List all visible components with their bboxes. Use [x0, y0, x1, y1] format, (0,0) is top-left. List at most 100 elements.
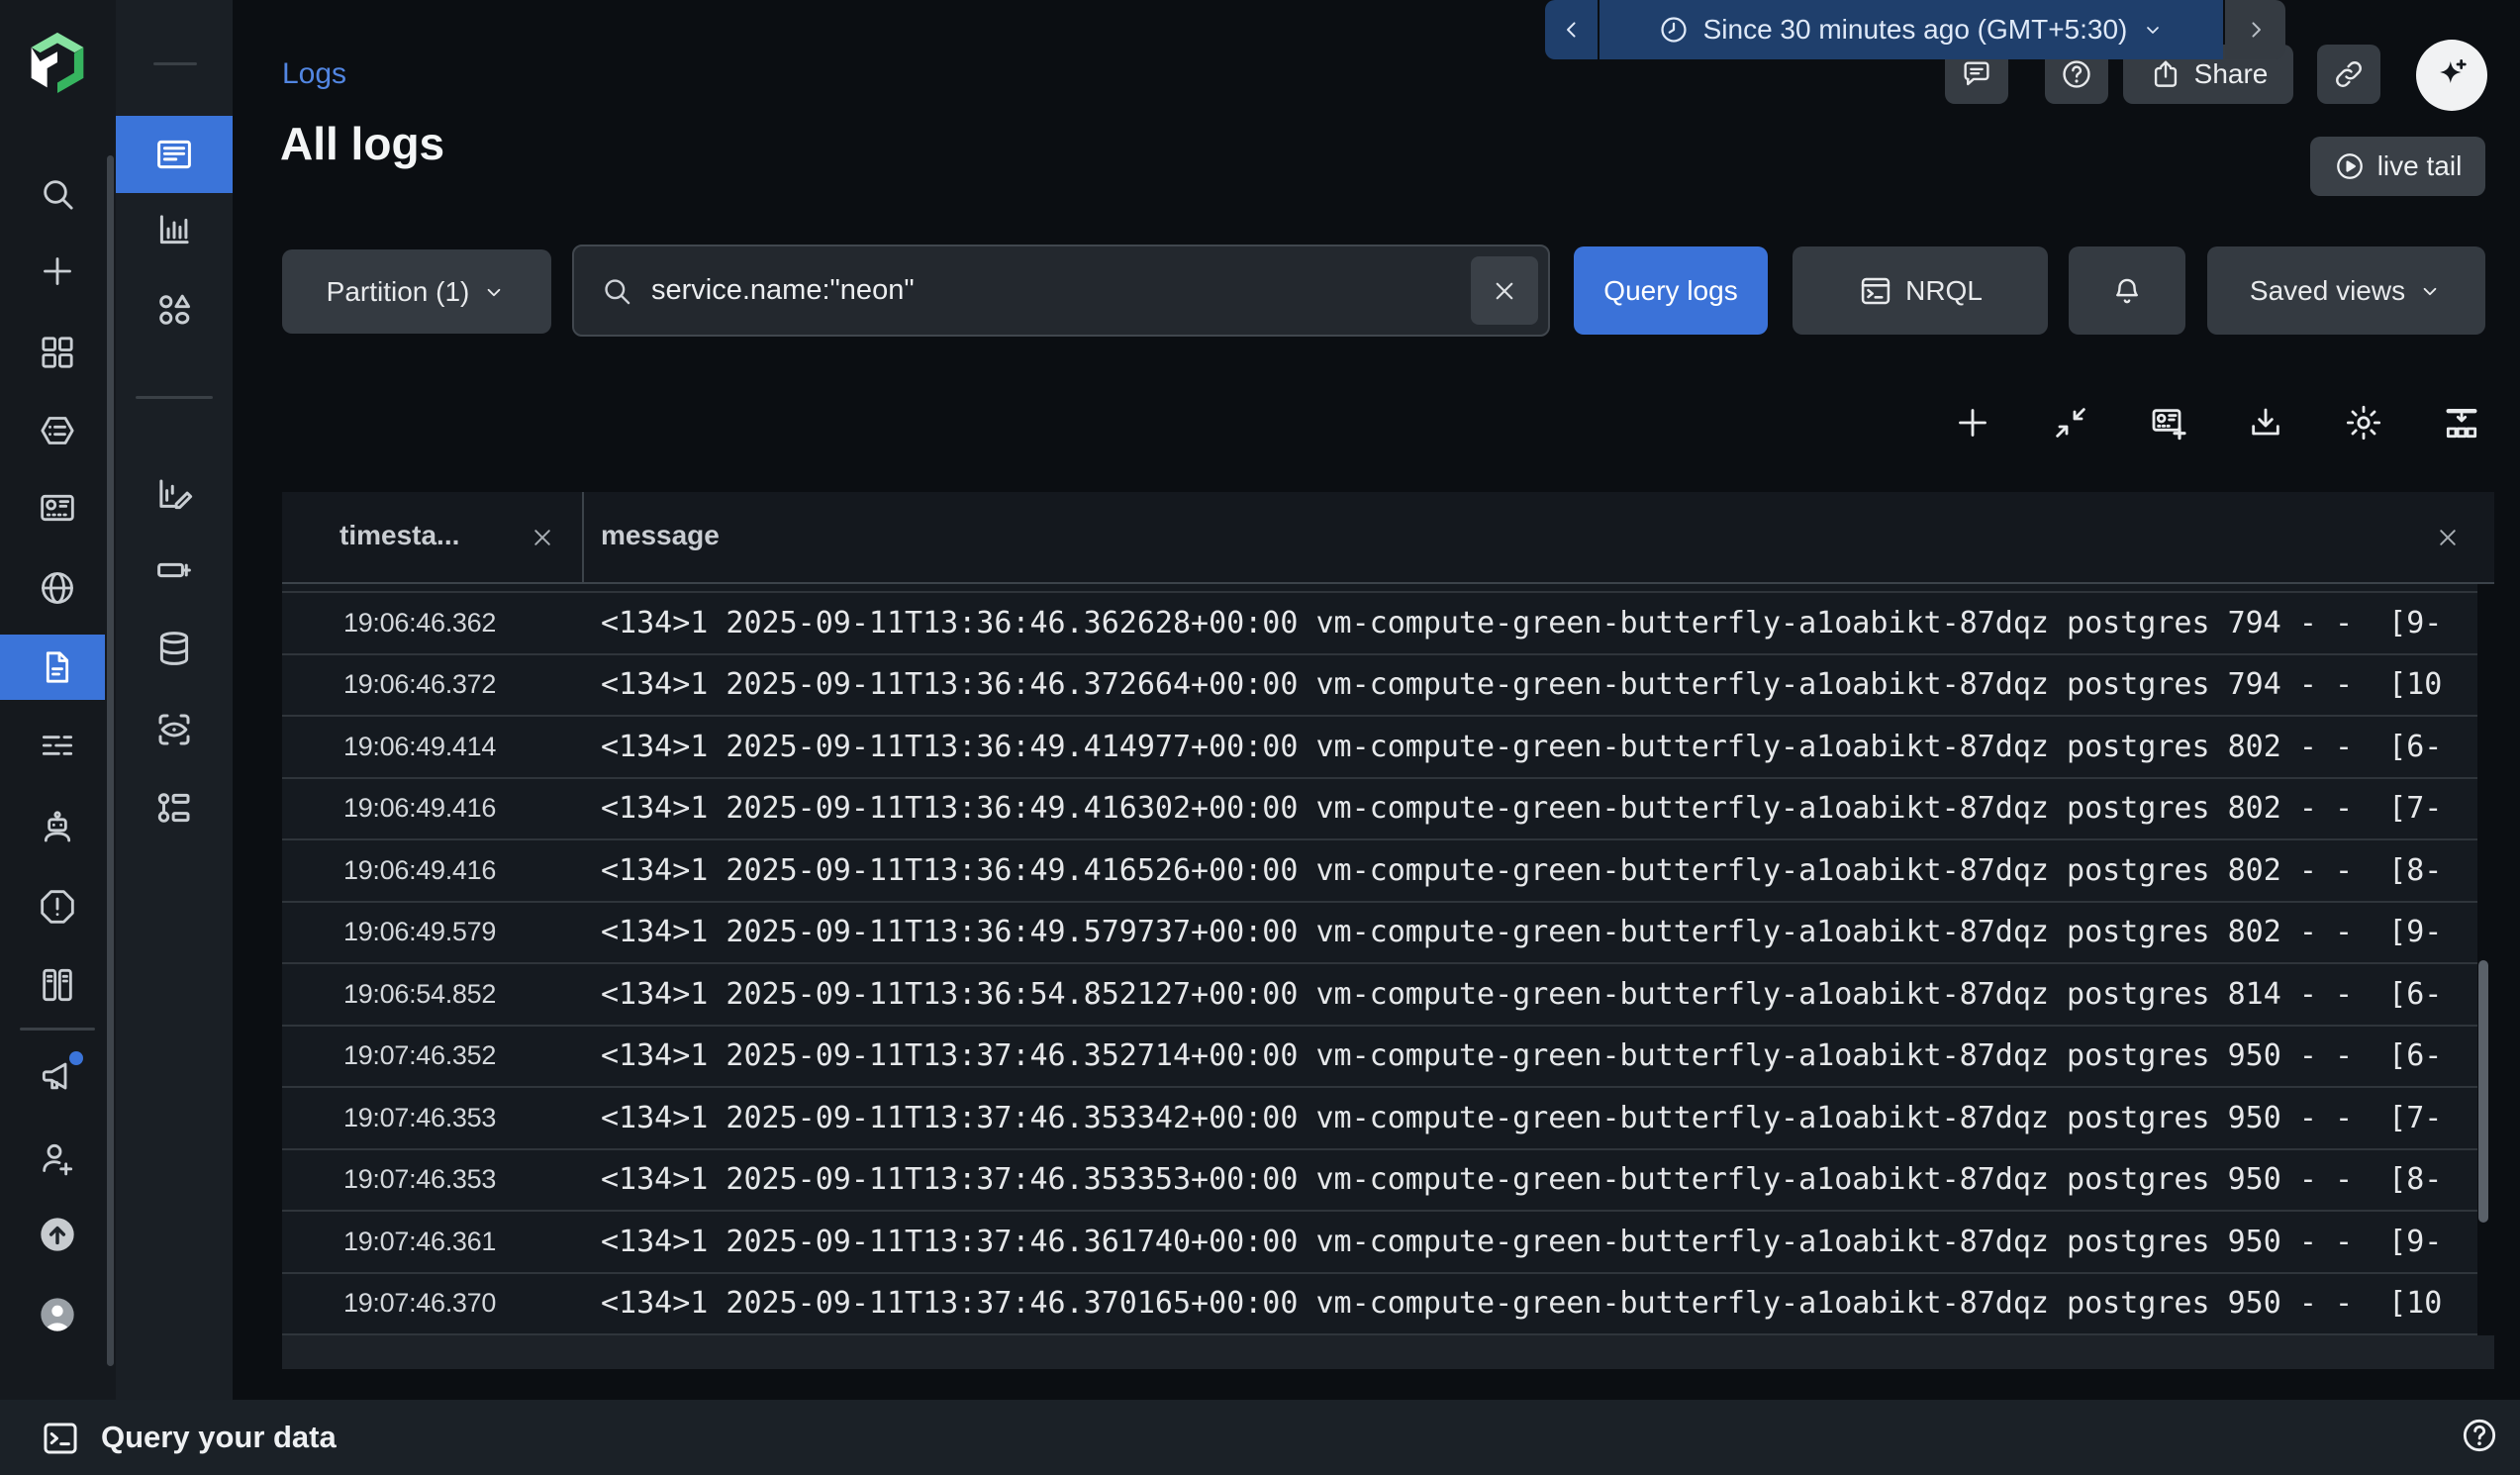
log-row[interactable]: 19:07:46.352<134>1 2025-09-11T13:37:46.3…	[282, 1027, 2477, 1089]
group-columns-button[interactable]	[2439, 400, 2484, 445]
sidebar-item-announcement[interactable]	[34, 1053, 81, 1101]
query-logs-button[interactable]: Query logs	[1574, 246, 1768, 335]
time-back-button[interactable]	[1545, 0, 1598, 59]
timestamp-cell: 19:06:49.579	[343, 917, 581, 947]
close-icon	[1490, 276, 1519, 306]
alert-conditions-button[interactable]	[2069, 246, 2185, 335]
search-icon	[600, 274, 633, 308]
chevron-right-icon	[2242, 16, 2270, 44]
terminal-icon	[40, 1418, 81, 1459]
timestamp-column-header[interactable]: timesta...	[339, 520, 459, 551]
live-tail-button[interactable]: live tail	[2310, 137, 2485, 196]
upload-icon	[38, 1215, 77, 1254]
sidebar-item-shapes[interactable]	[150, 286, 198, 334]
time-forward-button[interactable]	[2225, 0, 2285, 59]
copy-link-button[interactable]	[2317, 45, 2380, 104]
log-row[interactable]: 19:06:49.414<134>1 2025-09-11T13:36:49.4…	[282, 717, 2477, 779]
sidebar-item-plus[interactable]	[34, 247, 81, 295]
sidebar-item-traces[interactable]	[34, 722, 81, 769]
sidebar-item-upload[interactable]	[34, 1211, 81, 1258]
sidebar-item-workflow[interactable]	[150, 784, 198, 832]
sidebar-item-search[interactable]	[34, 170, 81, 218]
sidebar-item-chart-edit[interactable]	[150, 471, 198, 519]
ai-assistant-button[interactable]	[2416, 40, 2487, 111]
sidebar-item-infrastructure[interactable]	[34, 961, 81, 1009]
log-row[interactable]: 19:07:46.361<134>1 2025-09-11T13:37:46.3…	[282, 1212, 2477, 1274]
remove-timestamp-column-button[interactable]	[527, 522, 558, 553]
sidebar-item-invite-user[interactable]	[34, 1134, 81, 1182]
log-row[interactable]: 19:06:46.362<134>1 2025-09-11T13:36:46.3…	[282, 593, 2477, 655]
column-divider[interactable]	[582, 492, 584, 582]
collapse-button[interactable]	[2048, 400, 2093, 445]
sidebar-item-bar-chart[interactable]	[150, 206, 198, 253]
sidebar-item-grid[interactable]	[34, 329, 81, 376]
sidebar-item-document[interactable]	[34, 643, 81, 691]
log-row[interactable]: 19:07:46.353<134>1 2025-09-11T13:37:46.3…	[282, 1088, 2477, 1150]
message-cell: <134>1 2025-09-11T13:37:46.353353+00:00 …	[601, 1162, 2477, 1197]
clear-search-button[interactable]	[1471, 256, 1538, 325]
query-your-data-label: Query your data	[101, 1420, 337, 1455]
new-relic-logo-icon[interactable]	[26, 30, 89, 99]
partition-dropdown[interactable]: Partition (1)	[282, 249, 551, 334]
sidebar-item-eye-scan[interactable]	[150, 706, 198, 753]
tape-icon	[153, 549, 195, 591]
log-row[interactable]: 19:06:46.372<134>1 2025-09-11T13:36:46.3…	[282, 655, 2477, 718]
dashboard-icon	[38, 488, 77, 528]
download-button[interactable]	[2243, 400, 2288, 445]
message-cell: <134>1 2025-09-11T13:36:49.416302+00:00 …	[601, 791, 2477, 826]
search-input[interactable]	[649, 273, 1471, 308]
grid-icon	[38, 333, 77, 372]
message-cell: <134>1 2025-09-11T13:36:49.579737+00:00 …	[601, 915, 2477, 949]
globe-icon	[38, 568, 77, 608]
sidebar-item-logs-card[interactable]	[150, 131, 198, 178]
logs-card-icon	[153, 134, 195, 175]
message-cell: <134>1 2025-09-11T13:37:46.352714+00:00 …	[601, 1038, 2477, 1073]
log-row[interactable]: 19:07:46.353 <134>1 2025-09-11T13:37:46.3…	[282, 1150, 2477, 1213]
log-row[interactable]: 19:06:49.416<134>1 2025-09-11T13:36:49.4…	[282, 840, 2477, 903]
log-row[interactable]: 19:06:54.852<134>1 2025-09-11T13:36:54.8…	[282, 964, 2477, 1027]
timestamp-cell: 19:07:46.353	[343, 1164, 581, 1195]
gear-icon	[2344, 403, 2383, 442]
document-icon	[38, 647, 77, 687]
invite-user-icon	[38, 1138, 77, 1178]
footer-help-icon[interactable]	[2460, 1416, 2499, 1455]
sidebar-item-tape[interactable]	[150, 546, 198, 594]
dashboard-add-button[interactable]	[2146, 400, 2191, 445]
link-icon	[2332, 57, 2366, 91]
breadcrumb[interactable]: Logs	[282, 57, 346, 91]
help-circle-icon	[2460, 1416, 2499, 1455]
time-range-picker[interactable]: Since 30 minutes ago (GMT+5:30)	[1599, 0, 2223, 59]
infrastructure-icon	[38, 965, 77, 1005]
secondary-sidebar-handle[interactable]	[153, 62, 197, 65]
sidebar-item-globe[interactable]	[34, 564, 81, 612]
logs-app: Logs All logs Share Since 30 minutes ago…	[0, 0, 2520, 1475]
sidebar-item-alert-octagon[interactable]	[34, 883, 81, 931]
sidebar-item-entity-list[interactable]	[34, 407, 81, 454]
saved-views-dropdown[interactable]: Saved views	[2207, 246, 2485, 335]
share-button-label: Share	[2194, 58, 2269, 90]
gear-button[interactable]	[2341, 400, 2386, 445]
share-icon	[2149, 57, 2182, 91]
nrql-button[interactable]: NRQL	[1793, 246, 2048, 335]
table-scrollbar[interactable]	[2478, 960, 2488, 1223]
timestamp-cell: 19:06:54.852	[343, 979, 581, 1010]
table-bottom-scroll-track[interactable]	[282, 1335, 2494, 1369]
footer-bar[interactable]: Query your data	[0, 1400, 2520, 1475]
page-title: All logs	[280, 117, 444, 170]
log-row[interactable]: 19:07:46.370<134>1 2025-09-11T13:37:46.3…	[282, 1274, 2477, 1336]
sidebar-scrollbar[interactable]	[107, 155, 114, 1366]
shapes-icon	[153, 289, 195, 331]
chevron-down-icon	[481, 279, 507, 305]
remove-message-column-button[interactable]	[2432, 522, 2464, 553]
sidebar-item-database[interactable]	[150, 625, 198, 672]
message-column-header[interactable]: message	[601, 520, 720, 551]
sidebar-item-ai-robot[interactable]	[34, 804, 81, 851]
sidebar-item-avatar[interactable]	[34, 1291, 81, 1338]
workflow-icon	[153, 787, 195, 829]
plus-button[interactable]	[1950, 400, 1995, 445]
avatar-icon	[38, 1295, 77, 1334]
log-row[interactable]: 19:06:49.579 <134>1 2025-09-11T13:36:49.5…	[282, 903, 2477, 965]
log-row[interactable]: 19:06:49.416<134>1 2025-09-11T13:36:49.4…	[282, 779, 2477, 841]
sidebar-item-dashboard[interactable]	[34, 484, 81, 532]
timestamp-cell: 19:06:49.416	[343, 855, 581, 886]
